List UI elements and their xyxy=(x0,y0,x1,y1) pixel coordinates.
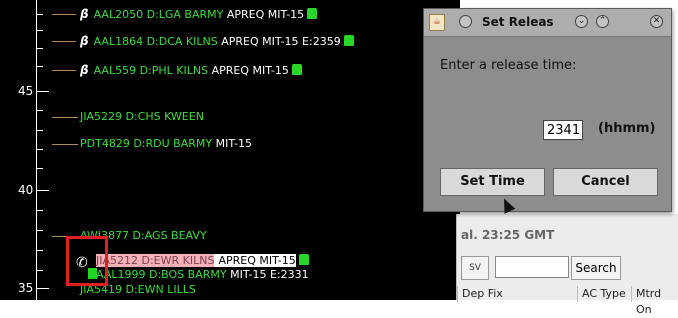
axis-tick-major xyxy=(36,91,49,92)
axis-tick xyxy=(36,210,43,211)
axis-tick xyxy=(36,168,43,169)
set-release-dialog: ☕ Set Releas ⌄ ⌃ ✕ Enter a release time:… xyxy=(423,8,672,214)
axis-tick xyxy=(36,110,43,111)
axis-tick xyxy=(36,250,43,251)
axis-tick xyxy=(36,230,43,231)
time-format-label: (hhmm) xyxy=(598,121,656,136)
dialog-titlebar[interactable]: ☕ Set Releas ⌄ ⌃ ✕ xyxy=(424,9,671,37)
thumbs-up-icon xyxy=(343,35,354,46)
flight-status: APREQ MIT-15 xyxy=(226,8,305,21)
release-timeline: 45 40 35 β AAL2050 D:LGA BARMY APREQ MIT-… xyxy=(0,0,460,300)
flight-callsign: PDT4829 D:RDU BARMY xyxy=(80,137,213,150)
set-time-button[interactable]: Set Time xyxy=(440,168,545,196)
thumbs-up-icon xyxy=(307,8,318,19)
flight-row[interactable]: PDT4829 D:RDU BARMY MIT-15 xyxy=(80,136,252,152)
flight-callsign: AAL1864 D:DCA KILNS xyxy=(93,35,218,48)
window-menu-icon[interactable] xyxy=(459,15,472,28)
time-axis xyxy=(36,0,37,300)
axis-tick xyxy=(36,30,43,31)
time-label-35: 35 xyxy=(18,281,34,295)
flag-icon: β xyxy=(80,7,89,21)
axis-tick xyxy=(36,14,43,15)
flight-row[interactable]: β AAL559 D:PHL KILNS APREQ MIT-15 xyxy=(80,62,302,78)
axis-tick-major xyxy=(36,288,49,289)
flight-status: APREQ MIT-15 xyxy=(214,254,296,267)
flight-status: MIT-15 xyxy=(215,137,252,150)
flight-row[interactable]: β AAL1864 D:DCA KILNS APREQ MIT-15 E:2359 xyxy=(80,33,354,49)
flight-status: APREQ MIT-15 xyxy=(221,35,299,48)
axis-tick xyxy=(36,149,43,150)
window-title: al. 23:25 GMT xyxy=(461,228,555,242)
flight-connector xyxy=(52,41,76,42)
flight-connector xyxy=(52,70,76,71)
thumbs-up-icon xyxy=(291,64,302,75)
flight-eta: E:2359 xyxy=(302,35,341,48)
flight-row[interactable]: β AAL2050 D:LGA BARMY APREQ MIT-15 xyxy=(80,6,318,22)
flight-list-window: al. 23:25 GMT SV Search Dep Fix AC Type … xyxy=(456,214,678,316)
flight-status: MIT-15 xyxy=(230,268,267,281)
selection-highlight-box xyxy=(66,236,108,286)
axis-tick-major xyxy=(36,190,49,191)
thumbs-up-icon xyxy=(298,254,309,265)
flight-callsign: JIA5229 D:CHS KWEEN xyxy=(80,110,204,123)
flag-icon: β xyxy=(80,63,89,77)
maximize-icon[interactable]: ⌃ xyxy=(596,15,609,28)
minimize-icon[interactable]: ⌄ xyxy=(575,15,588,28)
java-app-icon: ☕ xyxy=(429,14,445,31)
dialog-title: Set Releas xyxy=(482,15,554,29)
axis-tick xyxy=(36,66,43,67)
close-icon[interactable]: ✕ xyxy=(650,15,663,28)
search-input[interactable] xyxy=(495,256,569,278)
flag-icon: β xyxy=(80,34,89,48)
release-time-prompt: Enter a release time: xyxy=(440,58,577,73)
axis-tick xyxy=(36,130,43,131)
cancel-button[interactable]: Cancel xyxy=(553,168,658,196)
flight-connector xyxy=(52,117,78,118)
flight-connector xyxy=(52,14,76,15)
flight-eta: E:2331 xyxy=(270,268,309,281)
flight-callsign: AAL559 D:PHL KILNS xyxy=(93,64,209,77)
axis-tick xyxy=(36,270,43,271)
flight-row[interactable]: AAL1999 D:BOS BARMY MIT-15 E:2331 xyxy=(96,267,309,283)
mouse-cursor-icon xyxy=(498,196,516,214)
flight-status: APREQ MIT-15 xyxy=(211,64,289,77)
save-button[interactable]: SV xyxy=(461,256,489,280)
time-label-40: 40 xyxy=(18,183,34,197)
flight-row[interactable]: JIA5229 D:CHS KWEEN xyxy=(80,109,204,125)
flight-connector xyxy=(52,144,78,145)
release-time-input[interactable] xyxy=(543,120,583,140)
search-button[interactable]: Search xyxy=(571,256,621,280)
axis-tick xyxy=(36,48,43,49)
flight-callsign: AAL2050 D:LGA BARMY xyxy=(93,8,224,21)
time-label-45: 45 xyxy=(18,84,34,98)
flight-callsign: JIA5212 D:EWR KILNS xyxy=(96,254,215,267)
flight-callsign: AAL1999 D:BOS BARMY xyxy=(96,268,227,281)
